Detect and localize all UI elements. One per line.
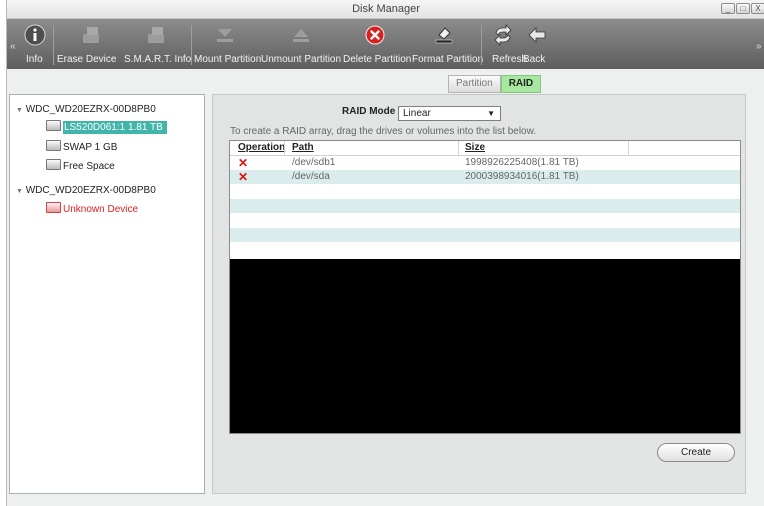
remove-icon[interactable]: ✕	[238, 171, 248, 183]
smart-info-icon	[148, 27, 164, 43]
info-icon	[24, 24, 46, 46]
back-button[interactable]: Back	[521, 19, 551, 69]
column-divider	[284, 141, 285, 155]
expand-triangle-icon[interactable]: ▼	[16, 107, 23, 114]
info-label: Info	[26, 54, 43, 65]
free-space-icon	[46, 159, 61, 170]
format-partition-icon	[435, 27, 453, 44]
tree-disk-2[interactable]: ▼ WDC_WD20EZRX-00D8PB0	[16, 185, 156, 196]
unmount-partition-icon	[293, 29, 309, 42]
title-bar: Disk Manager _ □ X	[7, 0, 764, 19]
partition-icon	[46, 140, 61, 151]
table-row[interactable]: ✕ /dev/sdb1 1998926225408(1.81 TB)	[230, 156, 740, 170]
erase-device-label: Erase Device	[57, 54, 117, 65]
mount-partition-button[interactable]: Mount Partition	[194, 19, 262, 69]
smart-info-label: S.M.A.R.T. Info	[124, 54, 192, 65]
erase-device-button[interactable]: Erase Device	[57, 19, 123, 69]
raid-table: Operation Path Size ✕ /dev/sdb1 19989262…	[230, 141, 740, 259]
column-header-size[interactable]: Size	[465, 142, 485, 153]
remove-icon[interactable]: ✕	[238, 157, 248, 169]
close-button[interactable]: X	[751, 3, 764, 14]
expand-triangle-icon[interactable]: ▼	[16, 188, 23, 195]
tab-partition[interactable]: Partition	[448, 75, 501, 93]
toolbar-separator	[481, 25, 482, 65]
toolbar-separator	[53, 25, 54, 65]
smart-info-button[interactable]: S.M.A.R.T. Info	[124, 19, 192, 69]
unmount-partition-label: Unmount Partition	[261, 54, 342, 65]
unknown-device-label: Unknown Device	[63, 204, 139, 215]
empty-row	[230, 185, 740, 199]
delete-partition-icon	[365, 25, 385, 45]
view-tabs: Partition RAID	[448, 75, 542, 93]
back-icon	[528, 27, 546, 43]
toolbar: « » Info Erase Device S.M.A.R.T. Info Mo…	[7, 19, 764, 69]
dropdown-arrow-icon: ▼	[487, 109, 495, 118]
collapse-right-icon[interactable]: »	[756, 41, 762, 52]
collapse-left-icon[interactable]: «	[10, 41, 16, 52]
format-partition-label: Format Partition	[412, 54, 484, 65]
raid-mode-select[interactable]: Linear ▼	[398, 106, 501, 121]
row-size: 2000398934016(1.81 TB)	[465, 171, 579, 182]
table-row[interactable]: ✕ /dev/sda 2000398934016(1.81 TB)	[230, 170, 740, 184]
tree-swap-item[interactable]: SWAP 1 GB	[46, 140, 117, 153]
refresh-icon	[494, 24, 512, 46]
raid-hint-text: To create a RAID array, drag the drives …	[230, 126, 537, 137]
device-tree-panel: ▼ WDC_WD20EZRX-00D8PB0 LS520D061:1 1.81 …	[9, 94, 205, 494]
empty-row	[230, 199, 740, 213]
erase-device-icon	[83, 27, 99, 43]
window-title: Disk Manager	[352, 3, 420, 15]
disk-name: WDC_WD20EZRX-00D8PB0	[25, 104, 156, 115]
row-path: /dev/sda	[292, 171, 330, 182]
swap-label: SWAP 1 GB	[63, 142, 118, 153]
column-divider	[628, 141, 629, 155]
delete-partition-label: Delete Partition	[343, 54, 412, 65]
back-label: Back	[523, 54, 546, 65]
empty-row	[230, 213, 740, 227]
empty-row	[230, 243, 740, 257]
minimize-button[interactable]: _	[721, 3, 735, 14]
raid-mode-value: Linear	[403, 108, 431, 119]
unmount-partition-button[interactable]: Unmount Partition	[261, 19, 341, 69]
empty-row	[230, 228, 740, 242]
partition-icon	[46, 120, 61, 131]
create-button[interactable]: Create	[657, 443, 735, 462]
toolbar-separator	[191, 25, 192, 65]
row-size: 1998926225408(1.81 TB)	[465, 157, 579, 168]
column-divider	[458, 141, 459, 155]
mount-partition-icon	[217, 29, 233, 42]
maximize-button[interactable]: □	[736, 3, 750, 14]
delete-partition-button[interactable]: Delete Partition	[343, 19, 412, 69]
tree-unknown-device-item[interactable]: Unknown Device	[46, 202, 138, 215]
mount-partition-label: Mount Partition	[194, 54, 262, 65]
raid-mode-label: RAID Mode	[342, 106, 396, 117]
row-path: /dev/sdb1	[292, 157, 336, 168]
tree-disk-1[interactable]: ▼ WDC_WD20EZRX-00D8PB0	[16, 104, 156, 115]
window-controls: _ □ X	[721, 3, 764, 14]
column-header-operation[interactable]: Operation	[238, 142, 285, 153]
unknown-device-icon	[46, 202, 61, 213]
free-space-label: Free Space	[63, 161, 115, 172]
tree-free-space-item[interactable]: Free Space	[46, 159, 115, 172]
raid-drop-list[interactable]: Operation Path Size ✕ /dev/sdb1 19989262…	[229, 140, 741, 434]
table-header: Operation Path Size	[230, 141, 740, 156]
partition-label-selected: LS520D061:1 1.81 TB	[63, 121, 167, 134]
format-partition-button[interactable]: Format Partition	[412, 19, 483, 69]
tree-partition-item[interactable]: LS520D061:1 1.81 TB	[46, 120, 167, 134]
column-header-path[interactable]: Path	[292, 142, 314, 153]
disk-name: WDC_WD20EZRX-00D8PB0	[25, 185, 156, 196]
tab-raid[interactable]: RAID	[500, 75, 542, 93]
refresh-button[interactable]: Refresh	[485, 19, 527, 69]
info-button[interactable]: Info	[21, 19, 51, 69]
